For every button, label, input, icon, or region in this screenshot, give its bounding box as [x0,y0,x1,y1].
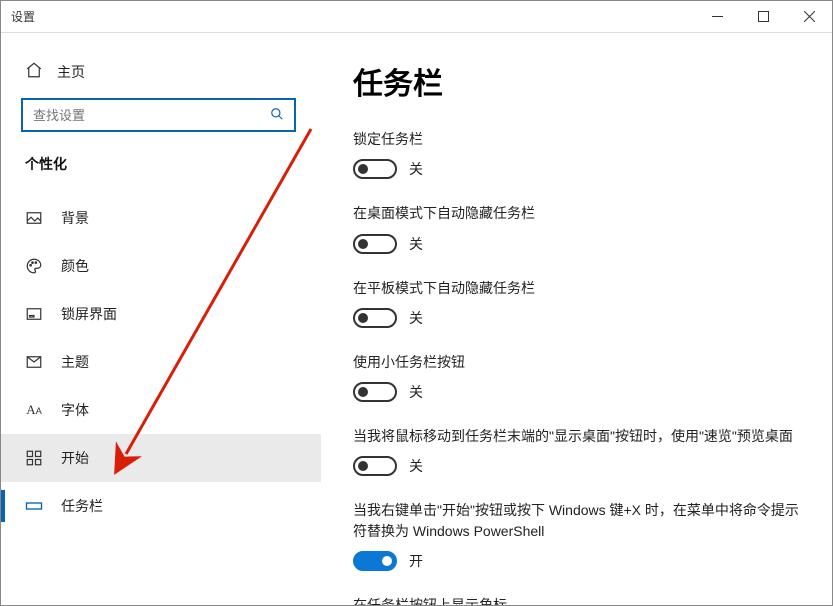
toggle-autohide-tablet[interactable] [353,308,397,328]
palette-icon [25,257,43,275]
window-title: 设置 [11,8,35,25]
search-container [21,98,301,132]
picture-icon [25,209,43,227]
toggle-state: 关 [409,308,423,328]
themes-icon [25,353,43,371]
setting-lock-taskbar: 锁定任务栏 关 [353,129,800,179]
toggle-peek-desktop[interactable] [353,456,397,476]
search-icon [270,107,284,124]
home-label: 主页 [57,62,85,82]
sidebar-item-label: 开始 [61,448,89,468]
window-controls [694,1,832,33]
search-input[interactable] [21,98,296,132]
window-body: 主页 个性化 背景 颜色 [1,33,832,605]
sidebar-item-themes[interactable]: 主题 [1,338,321,386]
sidebar-item-label: 任务栏 [61,496,103,516]
setting-autohide-tablet: 在平板模式下自动隐藏任务栏 关 [353,278,800,328]
sidebar-item-label: 背景 [61,208,89,228]
sidebar-item-background[interactable]: 背景 [1,194,321,242]
sidebar-item-fonts[interactable]: AA 字体 [1,386,321,434]
setting-label: 在桌面模式下自动隐藏任务栏 [353,203,800,223]
toggle-state: 关 [409,159,423,179]
sidebar-item-label: 锁屏界面 [61,304,117,324]
setting-label: 锁定任务栏 [353,129,800,149]
setting-label: 当我将鼠标移动到任务栏末端的"显示桌面"按钮时，使用"速览"预览桌面 [353,426,800,446]
sidebar-item-label: 字体 [61,400,89,420]
setting-autohide-desktop: 在桌面模式下自动隐藏任务栏 关 [353,203,800,253]
toggle-small-buttons[interactable] [353,382,397,402]
toggle-state: 关 [409,456,423,476]
setting-label: 使用小任务栏按钮 [353,352,800,372]
minimize-button[interactable] [694,1,740,33]
sidebar-item-label: 主题 [61,352,89,372]
toggle-autohide-desktop[interactable] [353,234,397,254]
sidebar-item-start[interactable]: 开始 [1,434,321,482]
toggle-state: 关 [409,234,423,254]
setting-label: 当我右键单击"开始"按钮或按下 Windows 键+X 时，在菜单中将命令提示符… [353,500,800,541]
setting-small-buttons: 使用小任务栏按钮 关 [353,352,800,402]
titlebar: 设置 [1,1,832,33]
toggle-powershell[interactable] [353,551,397,571]
toggle-lock-taskbar[interactable] [353,159,397,179]
sidebar-item-taskbar[interactable]: 任务栏 [1,482,321,530]
search-field[interactable] [33,108,270,123]
setting-badges: 在任务栏按钮上显示角标 开 [353,595,800,605]
page-title: 任务栏 [353,59,800,103]
nav: 背景 颜色 锁屏界面 主题 AA 字体 [1,194,321,530]
sidebar-item-colors[interactable]: 颜色 [1,242,321,290]
maximize-button[interactable] [740,1,786,33]
sidebar-item-label: 颜色 [61,256,89,276]
sidebar: 主页 个性化 背景 颜色 [1,33,321,605]
setting-label: 在任务栏按钮上显示角标 [353,595,800,605]
setting-powershell: 当我右键单击"开始"按钮或按下 Windows 键+X 时，在菜单中将命令提示符… [353,500,800,571]
section-title: 个性化 [1,150,321,184]
close-button[interactable] [786,1,832,33]
sidebar-item-lockscreen[interactable]: 锁屏界面 [1,290,321,338]
start-icon [25,449,43,467]
content-pane: 任务栏 锁定任务栏 关 在桌面模式下自动隐藏任务栏 关 在平板模式下自动隐藏任务… [321,33,832,605]
toggle-state: 开 [409,551,423,571]
taskbar-icon [25,497,43,515]
settings-window: 设置 主页 个性化 [0,0,833,606]
home-link[interactable]: 主页 [1,53,321,98]
home-icon [25,61,43,82]
setting-peek-desktop: 当我将鼠标移动到任务栏末端的"显示桌面"按钮时，使用"速览"预览桌面 关 [353,426,800,476]
setting-label: 在平板模式下自动隐藏任务栏 [353,278,800,298]
toggle-state: 关 [409,382,423,402]
lockscreen-icon [25,305,43,323]
fonts-icon: AA [25,401,43,419]
